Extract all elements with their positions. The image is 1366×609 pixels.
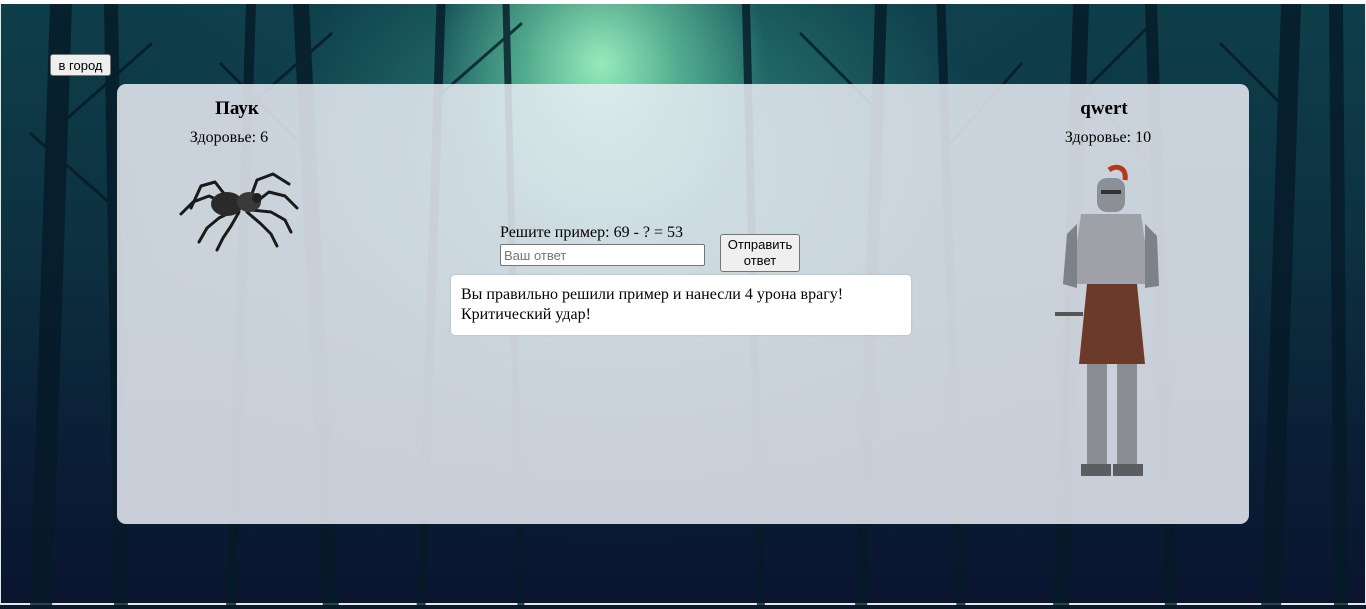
answer-input[interactable] <box>500 244 705 266</box>
submit-label-line1: Отправить <box>727 237 793 252</box>
knight-icon <box>1055 164 1159 476</box>
player-health: Здоровье: 10 <box>1064 129 1152 146</box>
problem-label: Решите пример: 69 - ? = 53 <box>500 224 684 241</box>
result-message: Вы правильно решили пример и нанесли 4 у… <box>451 275 911 335</box>
player-name: qwert <box>1080 98 1128 119</box>
result-line1: Вы правильно решили пример и нанесли 4 у… <box>461 286 844 303</box>
submit-label-line2: ответ <box>743 253 777 268</box>
battle-panel: Паук Здоровье: 6 qwert Здоровье: 10 Реши… <box>117 84 1249 524</box>
city-button[interactable]: в город <box>50 54 111 76</box>
spider-icon <box>179 172 299 252</box>
enemy-name: Паук <box>215 98 259 119</box>
result-line2: Критический удар! <box>461 306 591 323</box>
submit-answer-button[interactable]: Отправить ответ <box>720 234 800 272</box>
enemy-health: Здоровье: 6 <box>189 129 269 146</box>
